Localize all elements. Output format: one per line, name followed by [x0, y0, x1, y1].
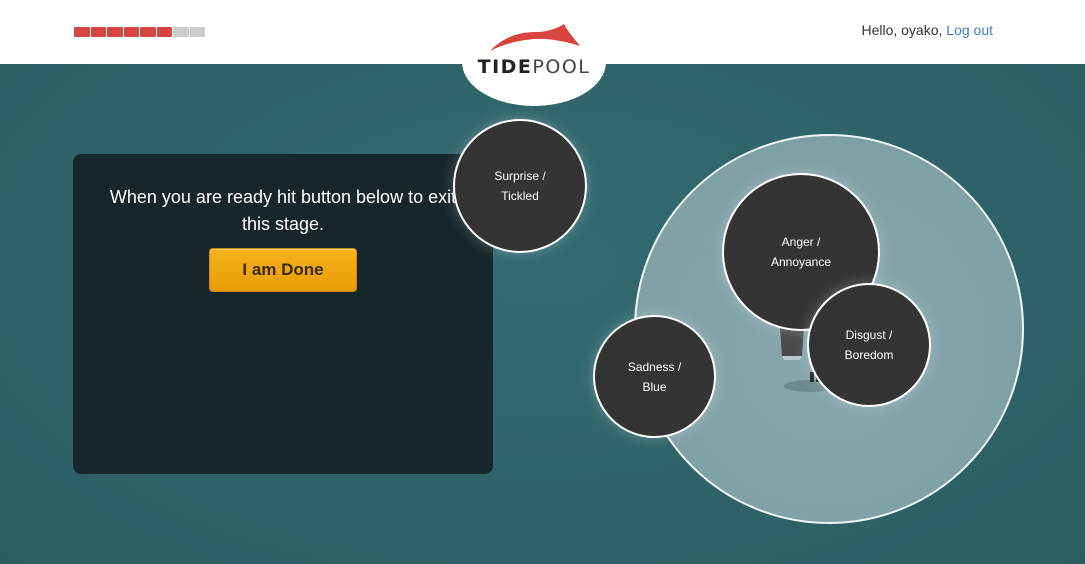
tidepool-logo[interactable]: TIDEPOOL	[462, 18, 606, 106]
i-am-done-button[interactable]: I am Done	[209, 248, 357, 292]
logo-text-pool: POOL	[532, 56, 591, 78]
user-greeting: Hello, oyako, Log out	[861, 22, 993, 38]
emotion-sadness-blue[interactable]: Sadness / Blue	[593, 315, 716, 438]
emotion-label-line1: Sadness /	[627, 359, 682, 374]
progress-segment	[74, 27, 90, 37]
instruction-text: When you are ready hit button below to e…	[109, 187, 457, 234]
emotion-label-line1: Disgust /	[845, 328, 893, 342]
emotion-label-line2: Annoyance	[770, 255, 832, 269]
progress-segment	[140, 27, 156, 37]
progress-segment	[156, 27, 172, 37]
progress-segment	[189, 27, 205, 37]
logo-wordmark: TIDEPOOL	[462, 56, 606, 78]
emotion-label-line2: Boredom	[844, 348, 894, 362]
logout-link[interactable]: Log out	[946, 22, 993, 38]
logo-text-tide: TIDE	[477, 56, 533, 78]
emotion-label-line2: Tickled	[501, 189, 539, 203]
emotion-label-line2: Blue	[642, 379, 667, 394]
greeting-text: Hello, oyako,	[861, 22, 943, 38]
emotion-surprise-tickled[interactable]: Surprise / Tickled	[453, 119, 587, 253]
emotion-disgust-boredom[interactable]: Disgust / Boredom	[807, 283, 931, 407]
logo-wave-icon	[490, 24, 580, 51]
emotion-label-line1: Surprise /	[494, 169, 546, 183]
emotion-label-line1: Anger /	[781, 235, 821, 249]
progress-bar	[74, 27, 205, 37]
progress-segment	[90, 27, 106, 37]
progress-segment	[173, 27, 189, 37]
instruction-panel: When you are ready hit button below to e…	[73, 154, 493, 474]
progress-segment	[123, 27, 139, 37]
progress-segment	[107, 27, 123, 37]
